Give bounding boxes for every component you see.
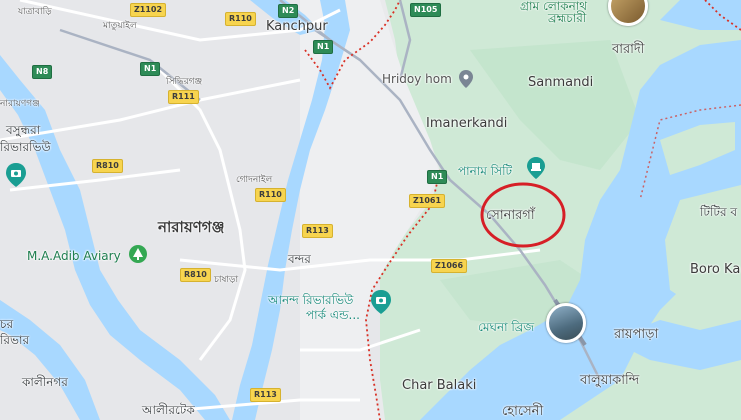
place-label[interactable]: টিটির ব — [700, 204, 737, 224]
road-shield: R113 — [250, 388, 281, 402]
place-label[interactable]: যাত্রাবাড়ি — [18, 4, 52, 19]
place-label[interactable]: বারাদী — [612, 40, 644, 61]
place-label[interactable]: Sanmandi — [528, 75, 593, 90]
place-label[interactable]: Imanerkandi — [426, 116, 507, 131]
road-shield: R110 — [255, 188, 286, 202]
road-shield: N1 — [427, 170, 448, 184]
photo-thumbnail-icon[interactable] — [546, 303, 586, 343]
place-label[interactable]: M.A.Adib Aviary — [27, 249, 121, 263]
road-shield: R810 — [92, 159, 123, 173]
place-label[interactable]: Boro Ka — [690, 262, 740, 277]
road-shield: R111 — [168, 90, 199, 104]
road-shield: N8 — [32, 65, 53, 79]
road-shield: N1 — [140, 62, 161, 76]
map-base-layer — [0, 0, 741, 420]
place-label[interactable]: নারায়ণগঞ্জ — [158, 216, 224, 241]
place-label[interactable]: রায়পাড়া — [614, 325, 658, 346]
place-label[interactable]: গোদনাইল — [236, 172, 272, 187]
place-label[interactable]: বন্দর — [288, 251, 311, 271]
road-shield: N1 — [313, 40, 334, 54]
place-label[interactable]: বালুয়াকান্দি — [580, 371, 639, 392]
place-label[interactable]: পানাম সিটি — [458, 163, 512, 183]
place-label[interactable]: মেঘনা ব্রিজ — [478, 319, 534, 339]
place-label[interactable]: রিভার — [0, 332, 29, 352]
place-label[interactable]: পার্ক এন্ড... — [306, 307, 360, 327]
road-shield: R810 — [180, 268, 211, 282]
place-label[interactable]: চাষাড়া — [214, 272, 238, 287]
place-label[interactable]: Hridoy hom — [382, 72, 452, 86]
road-shield: R113 — [302, 224, 333, 238]
road-shield: Z1061 — [409, 194, 446, 208]
map-canvas[interactable]: Z1102 R110 N2 N105 N8 N1 N1 R111 R810 R1… — [0, 0, 741, 420]
place-label[interactable]: নারায়ণগঞ্জ — [0, 96, 40, 111]
place-label[interactable]: রিভারভিউ — [0, 139, 51, 159]
place-label[interactable]: সোনারগাঁ — [486, 206, 535, 227]
road-shield: N105 — [410, 3, 442, 17]
place-label[interactable]: হোসেনী — [502, 402, 543, 420]
place-label[interactable]: Char Balaki — [402, 378, 476, 393]
place-label[interactable]: কালীনগর — [22, 374, 68, 394]
road-shield: Z1066 — [431, 259, 468, 273]
place-label[interactable]: আলীরটেক — [142, 402, 195, 420]
place-label[interactable]: মাতুয়াইল — [103, 18, 137, 33]
road-shield: N2 — [278, 4, 299, 18]
road-shield: R110 — [225, 12, 256, 26]
place-label[interactable]: সিদ্ধিরগঞ্জ — [166, 74, 202, 89]
road-shield: Z1102 — [130, 3, 167, 17]
place-label[interactable]: Kanchpur — [266, 19, 328, 34]
place-label[interactable]: ব্রহ্মচারী — [548, 10, 586, 30]
